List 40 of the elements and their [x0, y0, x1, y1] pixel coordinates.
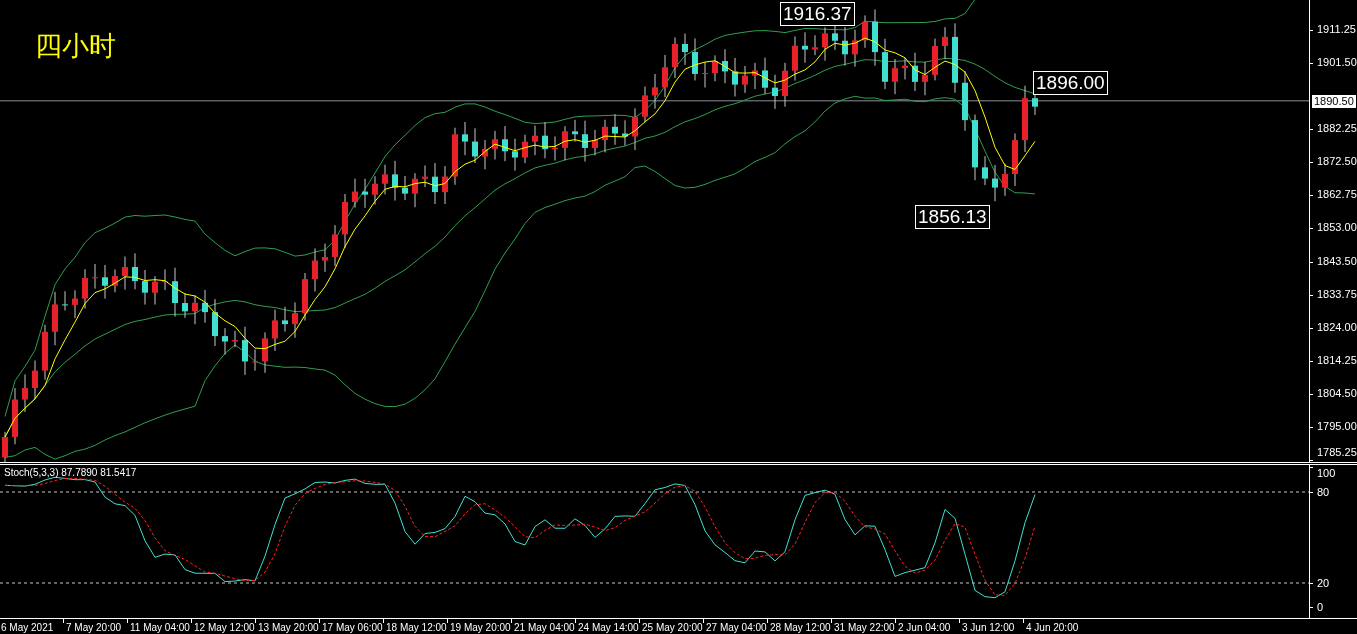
indicator-axis-label: 20 [1316, 577, 1331, 590]
price-axis-label: 1795.00 [1316, 419, 1357, 433]
price-axis-label: 1843.50 [1316, 254, 1357, 268]
time-axis-label: 27 May 04:00 [706, 622, 767, 633]
time-axis-label: 18 May 12:00 [386, 622, 447, 633]
price-axis-label: 1882.25 [1316, 122, 1357, 136]
indicator-axis-label: 0 [1316, 601, 1325, 614]
current-price-label: 1890.50 [1312, 94, 1356, 108]
time-axis-label: 7 May 20:00 [66, 622, 122, 633]
time-axis-label: 13 May 20:00 [258, 622, 319, 633]
time-axis-label: 21 May 04:00 [514, 622, 575, 633]
price-axis-label: 1901.50 [1316, 56, 1357, 70]
time-axis-label: 28 May 12:00 [770, 622, 831, 633]
time-axis-label: 6 May 2021 [1, 622, 54, 633]
price-axis-label: 1785.25 [1316, 446, 1357, 459]
price-axis-label: 1853.00 [1316, 221, 1357, 235]
price-axis-label: 1814.25 [1316, 353, 1357, 367]
price-axis-label: 1833.75 [1316, 287, 1357, 301]
time-axis-label: 24 May 14:00 [578, 622, 639, 633]
price-axis-label: 1872.50 [1316, 155, 1357, 169]
time-axis-label: 11 May 04:00 [130, 622, 190, 633]
indicator-axis-label: 80 [1316, 486, 1331, 499]
time-axis-label: 3 Jun 12:00 [962, 622, 1015, 633]
time-axis-label: 12 May 12:00 [194, 622, 255, 633]
time-axis-label: 4 Jun 20:00 [1026, 622, 1079, 633]
indicator-axis-label: 100 [1316, 467, 1337, 480]
indicator-title: Stoch(5,3,3) 87.7890 81.5417 [4, 467, 137, 478]
time-axis-label: 25 May 20:00 [642, 622, 703, 633]
price-axis-label: 1911.25 [1316, 23, 1357, 36]
price-axis-label: 1824.00 [1316, 320, 1357, 334]
time-axis-label: 2 Jun 04:00 [898, 622, 951, 633]
time-axis-label: 17 May 06:00 [322, 622, 383, 633]
price-callout: 1856.13 [915, 205, 990, 229]
time-axis-label: 19 May 20:00 [450, 622, 511, 633]
time-axis-label: 31 May 22:00 [834, 622, 895, 633]
price-callout: 1916.37 [780, 2, 855, 26]
price-callout: 1896.00 [1033, 71, 1108, 95]
price-axis-label: 1862.75 [1316, 188, 1357, 202]
timeframe-label: 四小时 [35, 29, 116, 63]
price-axis-label: 1804.50 [1316, 386, 1357, 400]
